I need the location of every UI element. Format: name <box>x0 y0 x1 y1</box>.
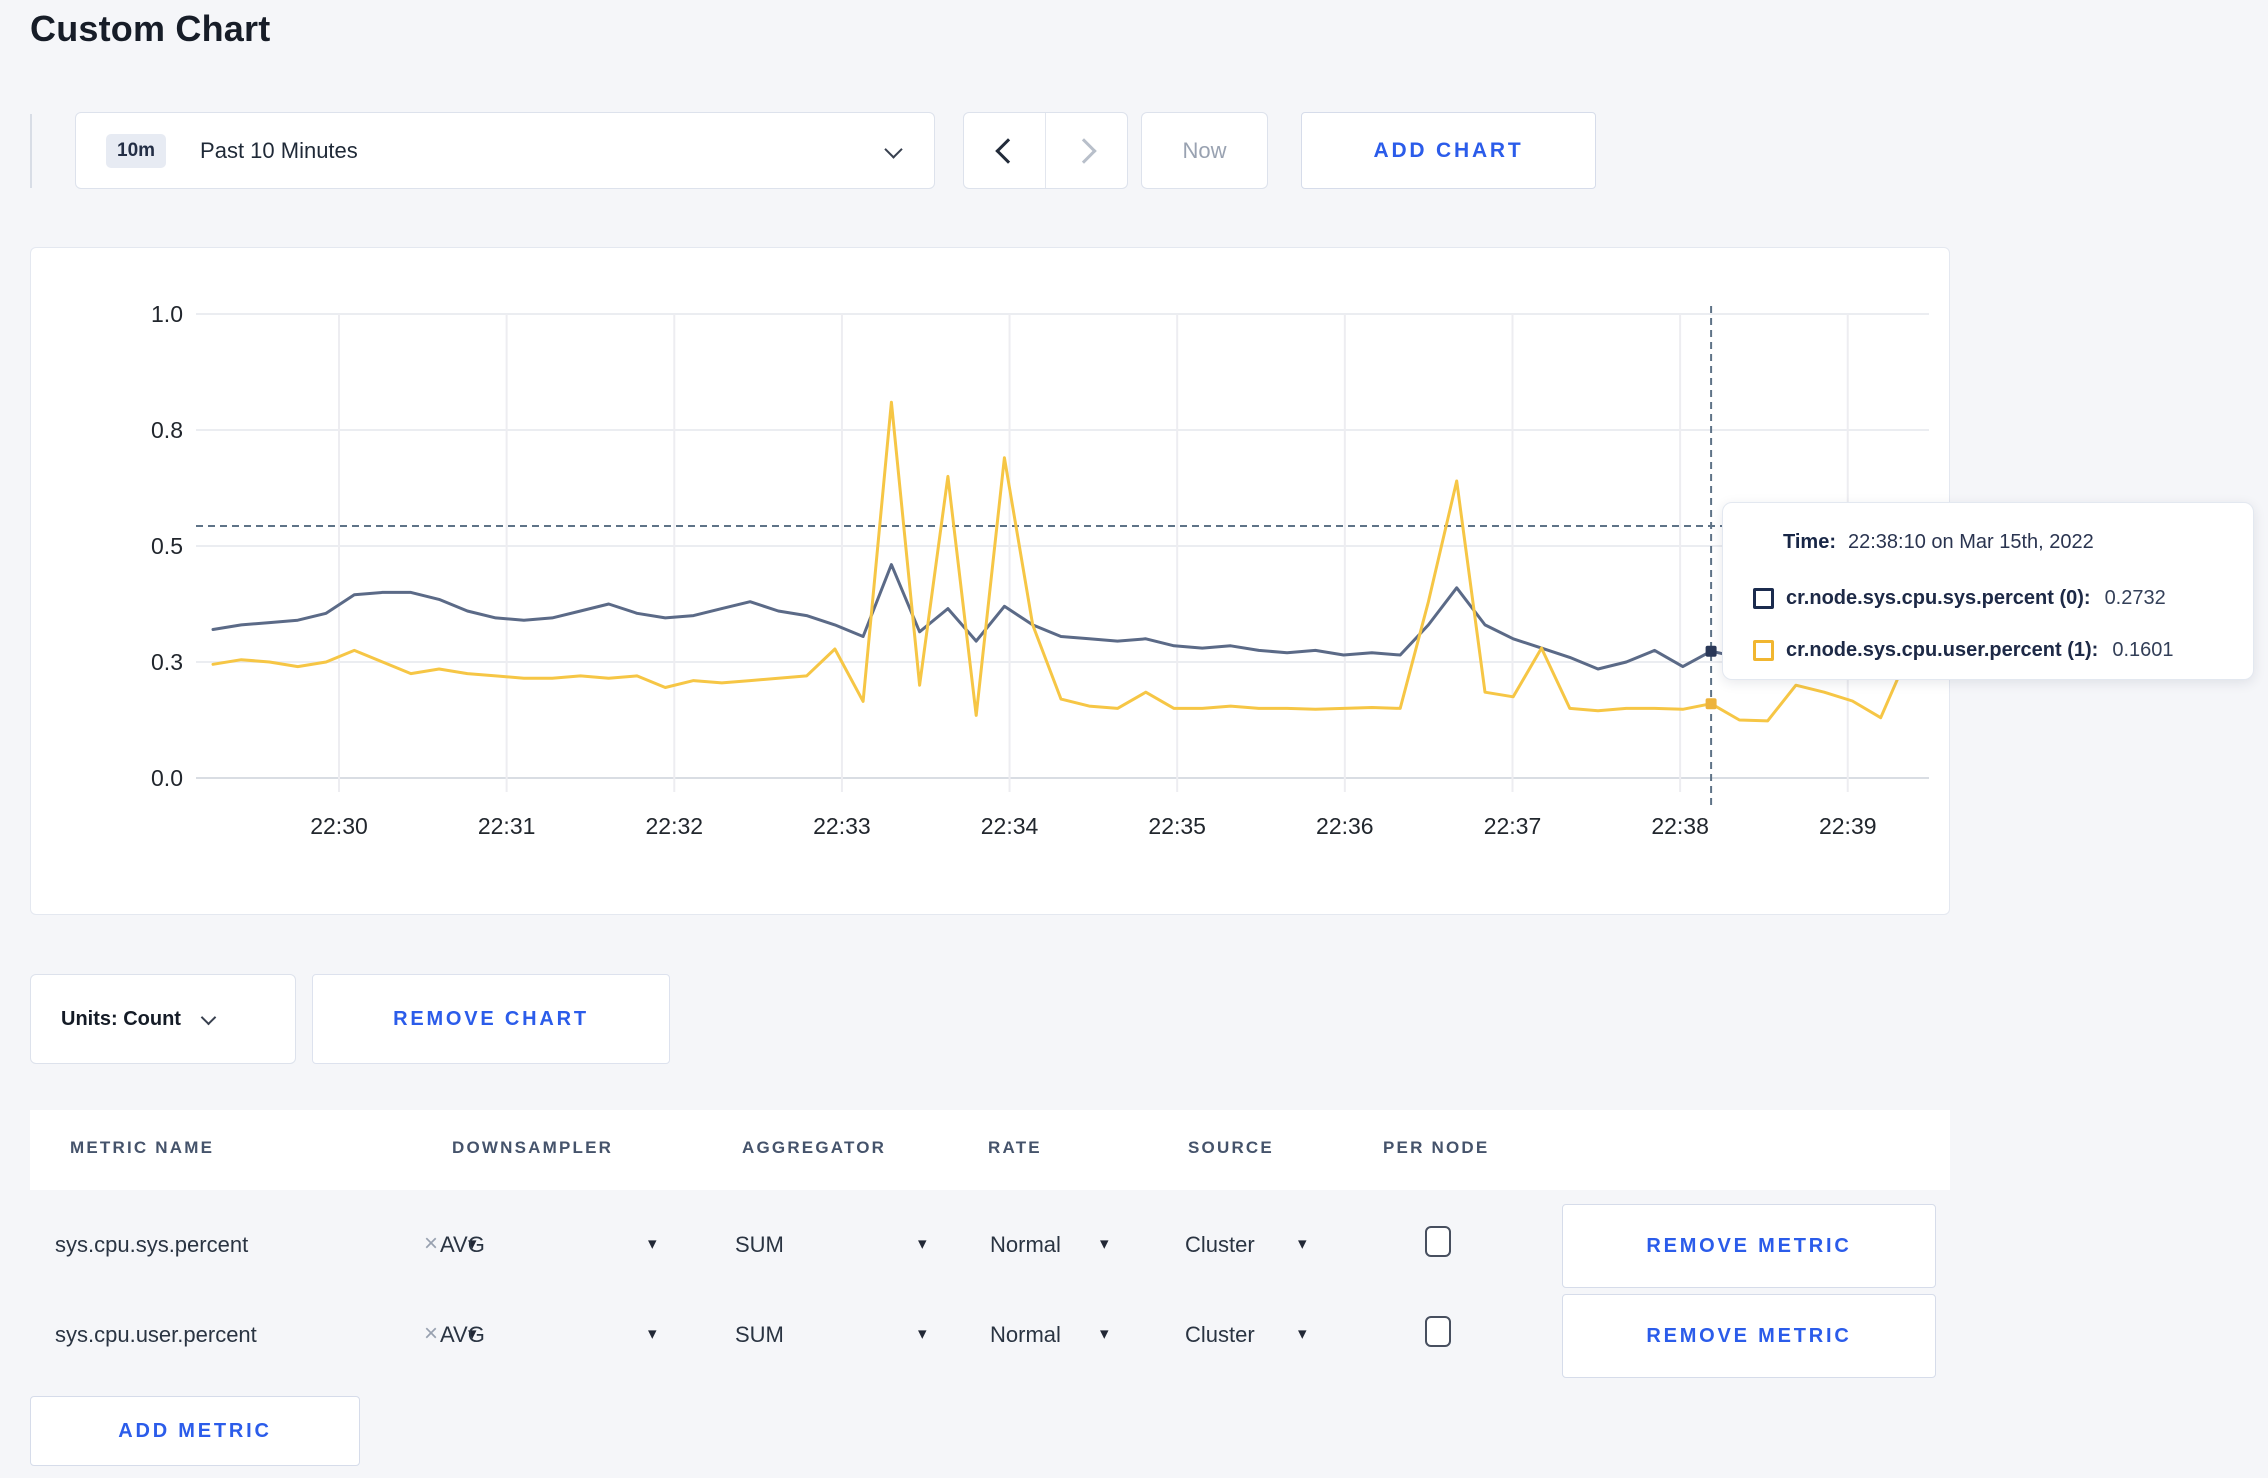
y-tick-label: 0.0 <box>151 765 183 791</box>
x-tick-label: 22:30 <box>310 813 368 839</box>
header-downsampler: DOWNSAMPLER <box>452 1138 614 1157</box>
chevron-down-icon <box>884 140 903 159</box>
per-node-checkbox[interactable] <box>1425 1316 1451 1347</box>
chart-tooltip: Time: 22:38:10 on Mar 15th, 2022 cr.node.… <box>1722 502 2254 680</box>
caret-down-icon[interactable]: ▾ <box>918 1324 927 1344</box>
caret-down-icon[interactable]: ▾ <box>918 1234 927 1254</box>
y-tick-label: 1.0 <box>151 301 183 327</box>
header-aggregator: AGGREGATOR <box>742 1138 887 1157</box>
add-chart-button[interactable]: ADD CHART <box>1301 112 1596 189</box>
tooltip-time-label: Time: <box>1783 531 1836 553</box>
aggregator-select[interactable]: SUM <box>735 1232 784 1258</box>
chart-card: 0.0 0.3 0.5 0.8 1.0 22:30 22:31 22:32 22:33 22:34… <box>30 247 1950 915</box>
hover-marker <box>1705 698 1717 710</box>
x-tick-label: 22:34 <box>981 813 1039 839</box>
source-select[interactable]: Cluster <box>1185 1232 1255 1258</box>
x-tick-label: 22:35 <box>1148 813 1206 839</box>
time-forward-button[interactable] <box>1045 113 1127 188</box>
x-tick-label: 22:36 <box>1316 813 1374 839</box>
per-node-checkbox[interactable] <box>1425 1226 1451 1257</box>
user-series-swatch-icon <box>1753 639 1774 661</box>
time-back-button[interactable] <box>964 113 1045 188</box>
page-title: Custom Chart <box>30 8 271 49</box>
remove-chart-button[interactable]: REMOVE CHART <box>312 974 670 1064</box>
x-tick-label: 22:31 <box>478 813 536 839</box>
tooltip-time-value: 22:38:10 on Mar 15th, 2022 <box>1847 531 2094 553</box>
metrics-table-header: METRIC NAME DOWNSAMPLER AGGREGATOR RATE … <box>30 1110 1950 1190</box>
metric-name-select[interactable]: sys.cpu.user.percent <box>55 1322 257 1348</box>
rate-select[interactable]: Normal <box>990 1232 1061 1258</box>
caret-down-icon[interactable]: ▾ <box>1100 1234 1109 1254</box>
units-label: Units: Count <box>61 1007 181 1030</box>
header-source: SOURCE <box>1188 1138 1274 1157</box>
aggregator-select[interactable]: SUM <box>735 1322 784 1348</box>
tooltip-time: Time: 22:38:10 on Mar 15th, 2022 <box>1783 531 2094 554</box>
units-select[interactable]: Units: Count <box>30 974 296 1064</box>
remove-metric-button[interactable]: REMOVE METRIC <box>1562 1294 1936 1378</box>
now-button[interactable]: Now <box>1141 112 1268 189</box>
time-range-select[interactable]: 10m Past 10 Minutes <box>75 112 935 189</box>
hover-marker <box>1705 645 1717 657</box>
time-range-badge: 10m <box>106 133 167 168</box>
caret-down-icon[interactable]: ▾ <box>1298 1324 1307 1344</box>
caret-down-icon[interactable]: ▾ <box>648 1234 657 1254</box>
metric-row: sys.cpu.sys.percent × ▾ AVG ▾ SUM ▾ Norm… <box>0 1204 2268 1292</box>
clear-metric-icon[interactable]: × <box>424 1230 438 1258</box>
x-tick-label: 22:37 <box>1484 813 1542 839</box>
x-tick-label: 22:39 <box>1819 813 1877 839</box>
downsampler-select[interactable]: AVG <box>440 1322 485 1348</box>
downsampler-select[interactable]: AVG <box>440 1232 485 1258</box>
caret-down-icon[interactable]: ▾ <box>1298 1234 1307 1254</box>
metrics-chart[interactable]: 0.0 0.3 0.5 0.8 1.0 22:30 22:31 22:32 22:33 22:34… <box>31 248 1949 914</box>
tooltip-series-value: 0.1601 <box>2112 638 2174 661</box>
metric-name-select[interactable]: sys.cpu.sys.percent <box>55 1232 248 1258</box>
x-tick-label: 22:32 <box>645 813 703 839</box>
header-rate: RATE <box>988 1138 1042 1157</box>
tooltip-series-row: cr.node.sys.cpu.sys.percent (0): 0.2732 <box>1753 585 2166 611</box>
x-tick-label: 22:33 <box>813 813 871 839</box>
remove-metric-button[interactable]: REMOVE METRIC <box>1562 1204 1936 1288</box>
clear-metric-icon[interactable]: × <box>424 1320 438 1348</box>
tooltip-series-row: cr.node.sys.cpu.user.percent (1): 0.1601 <box>1753 637 2174 663</box>
sys-series-swatch-icon <box>1753 587 1774 609</box>
series-line <box>211 400 1911 723</box>
x-tick-label: 22:38 <box>1651 813 1709 839</box>
tooltip-series-name: cr.node.sys.cpu.sys.percent (0): <box>1786 586 2091 609</box>
source-select[interactable]: Cluster <box>1185 1322 1255 1348</box>
toolbar-divider <box>30 114 32 188</box>
header-metric-name: METRIC NAME <box>70 1138 215 1157</box>
tooltip-series-value: 0.2732 <box>2104 586 2166 609</box>
metric-row: sys.cpu.user.percent × ▾ AVG ▾ SUM ▾ Nor… <box>0 1294 2268 1382</box>
y-tick-label: 0.8 <box>151 417 183 443</box>
series-line <box>211 563 1911 671</box>
add-metric-button[interactable]: ADD METRIC <box>30 1396 360 1466</box>
time-range-label: Past 10 Minutes <box>200 137 358 163</box>
chevron-down-icon <box>200 1009 217 1025</box>
tooltip-series-name: cr.node.sys.cpu.user.percent (1): <box>1786 638 2099 661</box>
y-tick-label: 0.3 <box>151 649 183 675</box>
time-nav-group <box>963 112 1128 189</box>
rate-select[interactable]: Normal <box>990 1322 1061 1348</box>
caret-down-icon[interactable]: ▾ <box>648 1324 657 1344</box>
chevron-right-icon <box>1070 137 1097 164</box>
custom-chart-page: Custom Chart 10m Past 10 Minutes Now ADD… <box>0 0 2268 1478</box>
y-tick-label: 0.5 <box>151 533 183 559</box>
header-per-node: PER NODE <box>1383 1138 1490 1157</box>
caret-down-icon[interactable]: ▾ <box>1100 1324 1109 1344</box>
chevron-left-icon <box>994 137 1021 164</box>
